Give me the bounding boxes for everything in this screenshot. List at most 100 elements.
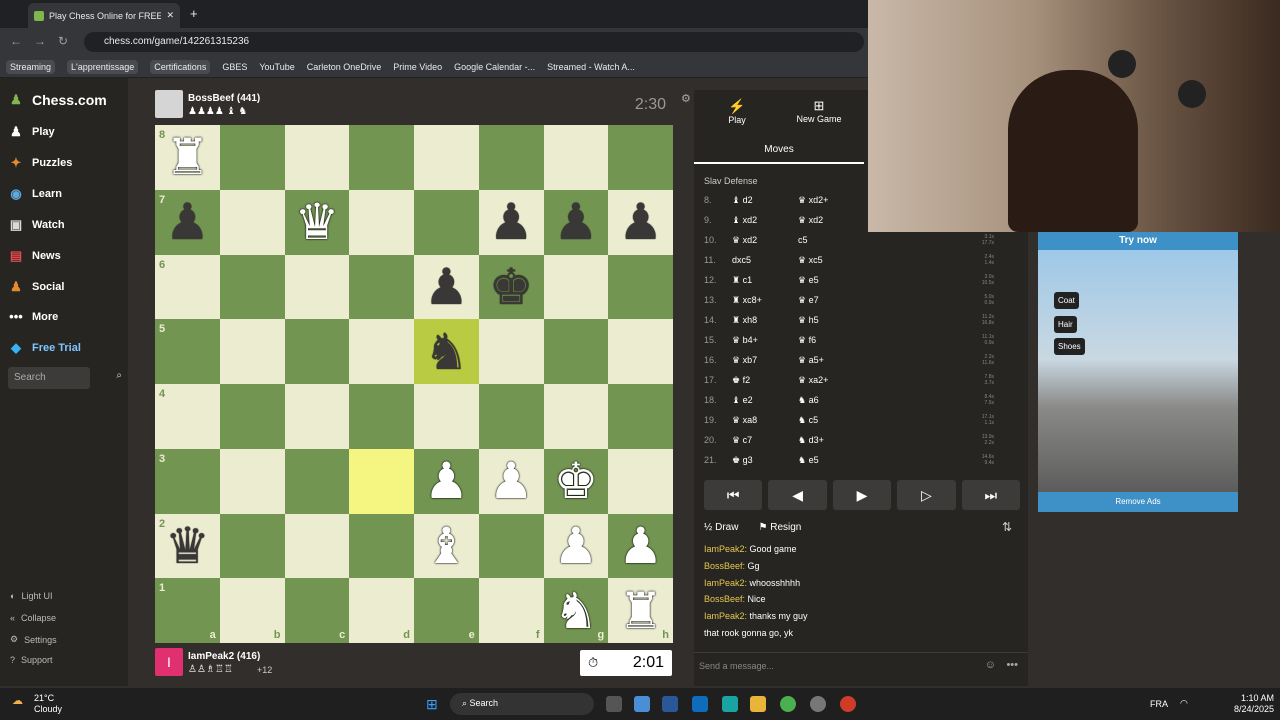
square-e4[interactable] [414, 384, 479, 449]
square-g6[interactable] [543, 254, 609, 320]
chess-piece[interactable]: ♟ [414, 255, 479, 320]
app-icon[interactable] [840, 696, 856, 712]
chess-piece[interactable]: ♜ [608, 578, 673, 643]
chess-piece[interactable]: ♜ [155, 125, 220, 190]
ad-banner[interactable]: Try now Coat Hair Shoes Remove Ads [1038, 232, 1238, 512]
sidebar-item-play[interactable]: ♟ Play [8, 124, 54, 140]
weather-temp[interactable]: 21°C [34, 693, 54, 703]
chess-piece[interactable]: ♟ [544, 190, 609, 255]
sidebar-settings[interactable]: ⚙ Settings [10, 634, 57, 645]
black-move[interactable]: ♞ c5 [798, 415, 878, 426]
square-b7[interactable] [219, 189, 285, 255]
square-d1[interactable]: d [349, 578, 414, 643]
chesscom-logo[interactable]: ♟ Chess.com [8, 92, 107, 108]
black-move[interactable]: ♞ d3+ [798, 435, 878, 446]
reload-icon[interactable]: ↻ [58, 34, 68, 48]
black-move[interactable]: ♛ xd2+ [798, 195, 878, 206]
square-d5[interactable] [349, 319, 414, 384]
black-move[interactable]: ♛ xa2+ [798, 375, 878, 386]
chess-piece[interactable]: ♛ [285, 190, 350, 255]
square-e8[interactable] [414, 125, 479, 190]
square-b2[interactable] [219, 513, 285, 579]
first-move-button[interactable]: ⏮ [704, 480, 763, 510]
square-g5[interactable] [543, 319, 609, 384]
square-c4[interactable] [284, 384, 350, 449]
next-move-button[interactable]: ▷ [897, 480, 956, 510]
white-move[interactable]: ♚ f2 [732, 375, 798, 386]
chat-author[interactable]: IamPeak2: [704, 611, 747, 621]
chess-piece[interactable]: ♟ [479, 449, 544, 514]
square-f8[interactable] [478, 125, 544, 190]
chess-piece[interactable]: ♟ [608, 514, 673, 579]
white-move[interactable]: ♛ b4+ [732, 335, 798, 346]
sidebar-light-ui[interactable]: ◐ Light UI [10, 591, 52, 601]
square-h3[interactable] [608, 448, 673, 514]
sidebar-collapse[interactable]: «Collapse [10, 613, 56, 623]
square-b8[interactable] [219, 125, 285, 190]
black-move[interactable]: ♛ h5 [798, 315, 878, 326]
bookmark[interactable]: Carleton OneDrive [307, 62, 382, 72]
chat-author[interactable]: BossBeef: [704, 561, 745, 571]
chess-piece[interactable]: ♟ [544, 514, 609, 579]
square-e7[interactable] [414, 189, 479, 255]
chess-piece[interactable]: ♛ [155, 514, 220, 579]
square-d7[interactable] [349, 189, 414, 255]
bookmark[interactable]: Google Calendar -... [454, 62, 535, 72]
bookmark[interactable]: Prime Video [393, 62, 442, 72]
chat-author[interactable]: BossBeef: [704, 594, 745, 604]
white-move[interactable]: ♛ xa8 [732, 415, 798, 426]
chess-piece[interactable]: ♟ [608, 190, 673, 255]
white-move[interactable]: ♛ xb7 [732, 355, 798, 366]
square-f5[interactable] [478, 319, 544, 384]
forward-icon[interactable]: → [34, 34, 46, 48]
remove-ads-link[interactable]: Remove Ads [1038, 492, 1238, 512]
wifi-icon[interactable]: ◠ [1180, 698, 1188, 709]
bookmark[interactable]: Streaming [6, 59, 56, 74]
app-icon[interactable] [810, 696, 826, 712]
sidebar-item-more[interactable]: ••• More [8, 309, 58, 324]
avatar[interactable] [155, 90, 183, 118]
chess-piece[interactable]: ♞ [544, 578, 609, 643]
emoji-icon[interactable]: ☺ [985, 659, 996, 671]
white-move[interactable]: ♛ xd2 [732, 235, 798, 246]
tab-moves[interactable]: Moves [694, 140, 864, 164]
square-b1[interactable]: b [219, 578, 285, 643]
square-d3[interactable] [349, 448, 414, 514]
draw-button[interactable]: ½ Draw [704, 522, 738, 533]
last-move-button[interactable]: ⏭ [961, 480, 1021, 510]
square-a4[interactable]: 4 [155, 384, 220, 449]
word-icon[interactable] [662, 696, 678, 712]
edge-icon[interactable] [722, 696, 738, 712]
chat-author[interactable]: IamPeak2: [704, 544, 747, 554]
back-icon[interactable]: ← [10, 34, 22, 48]
square-c1[interactable]: c [284, 578, 350, 643]
white-move[interactable]: ♛ c7 [732, 435, 798, 446]
prev-move-button[interactable]: ◀ [768, 480, 827, 510]
square-h8[interactable] [608, 125, 673, 190]
resign-button[interactable]: ⚑ Resign [758, 522, 801, 533]
black-move[interactable]: ♛ f6 [798, 335, 878, 346]
chat-author[interactable]: IamPeak2: [704, 578, 747, 588]
square-c8[interactable] [284, 125, 350, 190]
square-b3[interactable] [219, 448, 285, 514]
sidebar-support[interactable]: ? Support [10, 655, 53, 665]
chess-piece[interactable]: ♟ [479, 190, 544, 255]
black-move[interactable]: ♛ a5+ [798, 355, 878, 366]
square-f4[interactable] [478, 384, 544, 449]
flip-board-icon[interactable]: ⇅ [1002, 520, 1012, 534]
square-g8[interactable] [543, 125, 609, 190]
square-a3[interactable]: 3 [155, 448, 220, 514]
square-h6[interactable] [608, 254, 673, 320]
white-move[interactable]: ♝ xd2 [732, 215, 798, 226]
tab-play[interactable]: ⚡ Play [722, 98, 752, 125]
black-move[interactable]: ♛ xc5 [798, 255, 878, 266]
square-c6[interactable] [284, 254, 350, 320]
square-h4[interactable] [608, 384, 673, 449]
square-g4[interactable] [543, 384, 609, 449]
white-move[interactable]: ♜ xc8+ [732, 295, 798, 306]
bookmark[interactable]: Certifications [150, 59, 211, 74]
black-move[interactable]: c5 [798, 235, 878, 245]
windows-start-icon[interactable]: ⊞ [426, 696, 438, 713]
square-a6[interactable]: 6 [155, 254, 220, 320]
bookmark[interactable]: GBES [222, 62, 247, 72]
